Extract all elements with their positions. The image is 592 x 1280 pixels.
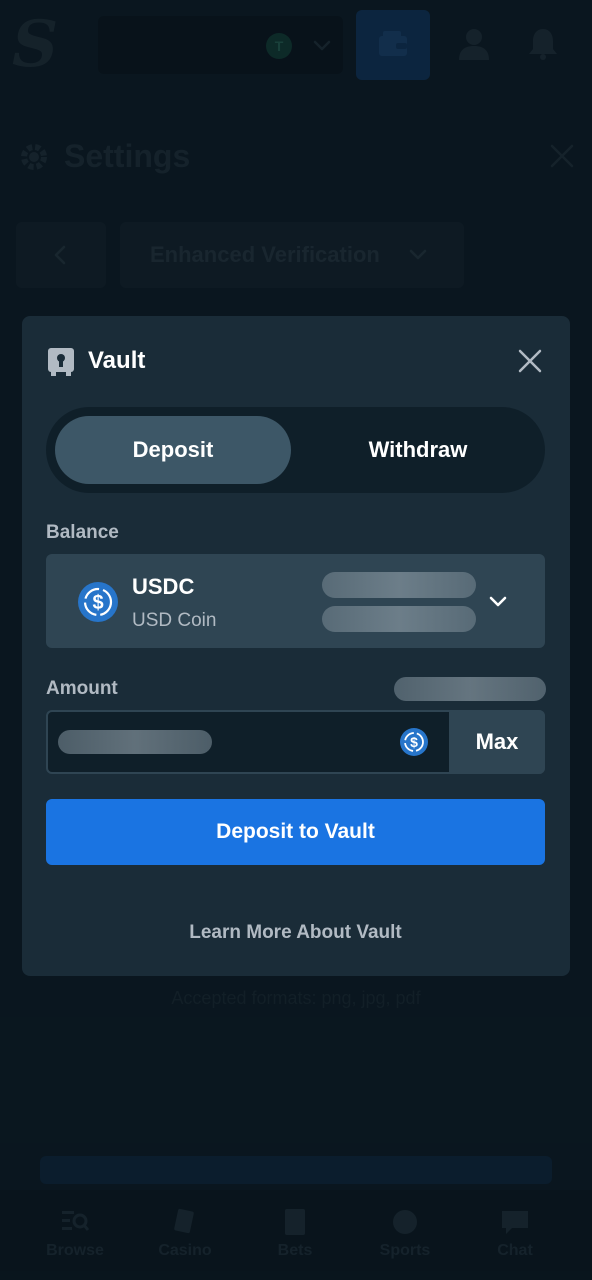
amount-input[interactable]: $ Max xyxy=(46,710,545,774)
currency-name: USD Coin xyxy=(132,610,217,631)
tab-withdraw[interactable]: Withdraw xyxy=(300,416,536,484)
deposit-to-vault-button[interactable]: Deposit to Vault xyxy=(46,799,545,865)
vault-modal: Vault Deposit Withdraw Balance $ USDC US… xyxy=(22,316,570,976)
hidden-amount-fiat xyxy=(394,677,546,701)
chevron-down-icon xyxy=(489,596,507,607)
hidden-balance-fiat xyxy=(322,606,476,632)
usdc-icon: $ xyxy=(78,582,118,622)
modal-title: Vault xyxy=(88,347,146,374)
amount-label: Amount xyxy=(46,678,118,699)
svg-text:$: $ xyxy=(410,734,418,750)
currency-select[interactable]: $ USDC USD Coin xyxy=(46,554,545,648)
tab-deposit[interactable]: Deposit xyxy=(55,416,291,484)
hidden-amount-value xyxy=(58,730,212,754)
deposit-withdraw-toggle: Deposit Withdraw xyxy=(46,407,545,493)
currency-symbol: USDC xyxy=(132,574,195,599)
close-icon[interactable] xyxy=(518,349,542,373)
balance-label: Balance xyxy=(46,522,119,543)
max-button[interactable]: Max xyxy=(449,710,545,774)
vault-icon xyxy=(48,348,74,376)
learn-more-link[interactable]: Learn More About Vault xyxy=(46,922,545,944)
usdc-icon: $ xyxy=(400,728,428,756)
hidden-balance-value xyxy=(322,572,476,598)
svg-text:$: $ xyxy=(92,592,103,614)
